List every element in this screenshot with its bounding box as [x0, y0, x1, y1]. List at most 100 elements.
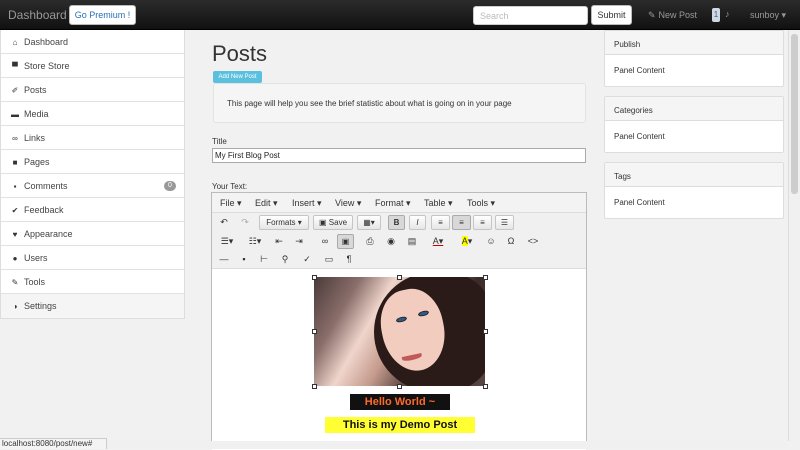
outdent-icon[interactable]: ⇤: [272, 234, 286, 249]
sidebar-item-store[interactable]: ▀ Store Store: [1, 54, 184, 78]
sidebar-item-tools[interactable]: ✎ Tools: [1, 270, 184, 294]
bold-button[interactable]: B: [388, 215, 405, 230]
media-insert-icon[interactable]: ▤: [405, 234, 419, 249]
check-icon: ✔: [11, 206, 19, 215]
notification-badge[interactable]: 1: [712, 8, 720, 22]
menu-tools[interactable]: Tools ▾: [467, 198, 495, 209]
special-char-icon[interactable]: Ω: [504, 234, 518, 249]
top-navbar: Dashboard Go Premium ! Submit ✎New Post …: [0, 0, 800, 30]
numbered-list-icon[interactable]: ☷▾: [245, 234, 265, 249]
spellcheck-icon[interactable]: ✓: [300, 252, 314, 267]
brand-link[interactable]: Dashboard: [8, 8, 67, 22]
find-replace-icon[interactable]: ⚲: [278, 252, 292, 267]
resize-handle[interactable]: [483, 384, 488, 389]
sidebar-item-users[interactable]: ● Users: [1, 246, 184, 270]
menu-table[interactable]: Table ▾: [424, 198, 453, 209]
scrollbar-thumb[interactable]: [791, 34, 798, 194]
justify-icon: ☰: [500, 218, 509, 227]
align-center-button[interactable]: ≡: [452, 215, 471, 230]
panel-body: Panel Content: [614, 66, 665, 75]
resize-handle[interactable]: [397, 275, 402, 280]
title-input[interactable]: My First Blog Post: [212, 148, 586, 163]
user-icon: ●: [12, 254, 18, 263]
image-icon: ▣: [341, 237, 350, 246]
pushpin-icon: ✐: [11, 86, 19, 95]
resize-handle[interactable]: [483, 329, 488, 334]
horizontal-scrollbar[interactable]: [107, 441, 787, 449]
align-right-button[interactable]: ≡: [473, 215, 492, 230]
sidebar-item-label: Appearance: [24, 229, 73, 239]
panel-heading: Publish: [605, 31, 783, 55]
sidebar-item-label: Feedback: [24, 205, 64, 215]
italic-button[interactable]: I: [409, 215, 426, 230]
resize-handle[interactable]: [312, 275, 317, 280]
undo-icon[interactable]: ↶: [218, 215, 230, 230]
text-color-icon[interactable]: A▾: [427, 234, 449, 249]
resize-handle[interactable]: [312, 384, 317, 389]
menu-insert[interactable]: Insert ▾: [292, 198, 322, 209]
image-insert-button[interactable]: ▣: [337, 234, 354, 249]
sidebar-item-posts[interactable]: ✐ Posts: [1, 78, 184, 102]
pilcrow-icon[interactable]: ¶: [342, 252, 356, 267]
resize-handle[interactable]: [312, 329, 317, 334]
link-insert-icon[interactable]: ∞: [318, 234, 332, 249]
sidebar-item-appearance[interactable]: ♥ Appearance: [1, 222, 184, 246]
justify-button[interactable]: ☰: [495, 215, 514, 230]
sidebar-item-dashboard[interactable]: ⌂ Dashboard: [1, 30, 184, 54]
status-url: localhost:8080/post/new#: [0, 438, 107, 449]
sidebar: ⌂ Dashboard ▀ Store Store ✐ Posts ▬ Media ∞ L…: [0, 30, 185, 319]
align-left-button[interactable]: ≡: [431, 215, 450, 230]
submit-button[interactable]: Submit: [591, 5, 632, 25]
resize-handle[interactable]: [483, 275, 488, 280]
sidebar-item-pages[interactable]: ■ Pages: [1, 150, 184, 174]
user-menu[interactable]: sunboy ▾: [750, 10, 786, 21]
sidebar-item-label: Settings: [24, 301, 57, 311]
redo-icon[interactable]: ↷: [239, 215, 251, 230]
sidebar-item-media[interactable]: ▬ Media: [1, 102, 184, 126]
page-break-icon[interactable]: ⊢: [257, 252, 271, 267]
sidebar-item-comments[interactable]: ▪ Comments 0: [1, 174, 184, 198]
table-insert-button[interactable]: ▦▾: [357, 215, 381, 230]
menu-file[interactable]: File ▾: [220, 198, 242, 209]
sidebar-item-label: Links: [24, 133, 46, 143]
publish-panel: Publish Panel Content: [604, 30, 784, 87]
bg-color-icon[interactable]: A▾: [456, 234, 478, 249]
pencil-icon: ✎: [648, 10, 656, 20]
go-premium-button[interactable]: Go Premium !: [69, 5, 136, 25]
sidebar-item-settings[interactable]: ◑ Settings: [1, 294, 184, 318]
sidebar-item-label: Store Store: [24, 61, 70, 71]
media-icon: ▬: [11, 110, 19, 119]
comment-icon: ▪: [13, 182, 17, 191]
bullet-list-icon[interactable]: ☰▾: [217, 234, 237, 249]
emoticon-icon[interactable]: ☺: [484, 234, 498, 249]
post-image[interactable]: [314, 277, 485, 386]
rich-text-editor: File ▾ Edit ▾ Insert ▾ View ▾ Format ▾ T…: [211, 192, 587, 450]
new-post-link[interactable]: ✎ New Post: [648, 10, 697, 21]
menu-format[interactable]: Format ▾: [375, 198, 411, 209]
save-button[interactable]: ▣ Save: [313, 215, 353, 230]
editor-toolbar-2: ☰▾ ☷▾ ⇤ ⇥ ∞ ▣ ⎙ ◉ ▤ A▾ A▾ ☺ Ω <>: [212, 232, 586, 251]
indent-icon[interactable]: ⇥: [292, 234, 306, 249]
sidebar-item-feedback[interactable]: ✔ Feedback: [1, 198, 184, 222]
preview-icon[interactable]: ◉: [384, 234, 398, 249]
resize-handle[interactable]: [397, 384, 402, 389]
align-right-icon: ≡: [480, 218, 485, 227]
sidebar-item-links[interactable]: ∞ Links: [1, 126, 184, 150]
bell-icon[interactable]: ♪: [725, 9, 733, 19]
search-input[interactable]: [473, 6, 588, 25]
align-left-icon: ≡: [438, 218, 443, 227]
editor-content[interactable]: Hello World ~ This is my Demo Post: [212, 269, 586, 450]
sidebar-item-label: Comments: [24, 181, 68, 191]
sidebar-item-label: Media: [24, 109, 49, 119]
add-new-post-button[interactable]: Add New Post: [213, 71, 262, 83]
menu-edit[interactable]: Edit ▾: [255, 198, 278, 209]
visual-blocks-icon[interactable]: ▭: [322, 252, 336, 267]
paste-text-icon[interactable]: ▪: [237, 252, 251, 267]
print-icon[interactable]: ⎙: [363, 234, 377, 249]
menu-view[interactable]: View ▾: [335, 198, 361, 209]
source-code-icon[interactable]: <>: [525, 234, 541, 249]
horizontal-rule-icon[interactable]: —: [217, 252, 231, 267]
formats-dropdown[interactable]: Formats ▾: [259, 215, 309, 230]
vertical-scrollbar[interactable]: [788, 30, 800, 441]
pages-icon: ■: [12, 158, 18, 167]
